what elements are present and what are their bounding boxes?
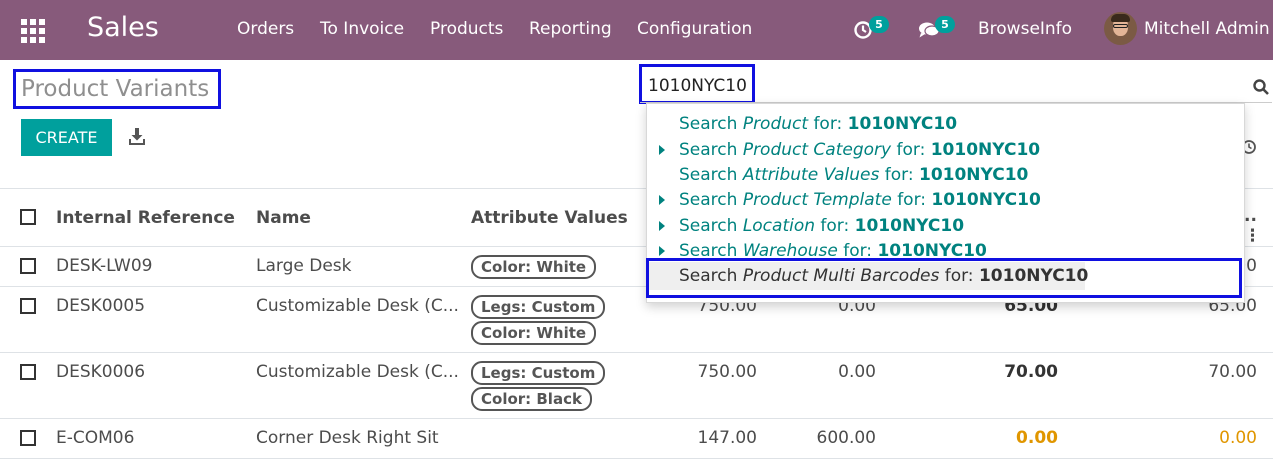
message-badge: 5 [935,16,955,33]
activity-badge: 5 [869,16,889,33]
row-checkbox[interactable] [20,364,36,380]
cell-cost: 0.00 [838,362,876,382]
menu-products[interactable]: Products [430,19,503,39]
cell-forecast: 70.00 [1208,362,1257,382]
download-icon[interactable] [128,127,146,147]
highlight-box-multi-barcodes [646,258,1242,298]
header-internal-reference[interactable]: Internal Reference [56,208,235,228]
optional-columns-label: .. [1244,206,1257,226]
dropdown-item-product[interactable]: Search Product for: 1010NYC10 [679,114,957,134]
attribute-tag: Color: Black [471,387,592,411]
expand-caret-icon[interactable] [659,145,665,155]
company-switcher[interactable]: BrowseInfo [978,19,1072,39]
dropdown-item-product-template[interactable]: Search Product Template for: 1010NYC10 [679,190,1041,210]
attribute-tag: Legs: Custom [471,361,606,385]
row-divider [0,352,1273,353]
apps-grid-icon[interactable] [21,19,45,43]
menu-to-invoice[interactable]: To Invoice [320,19,404,39]
attribute-tag: Color: White [471,255,597,279]
row-checkbox[interactable] [20,258,36,274]
highlight-box-title [13,69,221,109]
row-checkbox[interactable] [20,430,36,446]
row-divider [0,418,1273,419]
expand-caret-icon[interactable] [659,221,665,231]
row-divider [0,458,1273,459]
attribute-tag: Color: White [471,321,597,345]
menu-orders[interactable]: Orders [237,19,294,39]
cell-internal-reference: DESK0006 [56,362,146,382]
cell-internal-reference: E-COM06 [56,428,135,448]
expand-caret-icon[interactable] [659,195,665,205]
menu-reporting[interactable]: Reporting [529,19,612,39]
row-checkbox[interactable] [20,298,36,314]
cell-qty-on-hand: 0.00 [1016,428,1058,448]
cell-name: Corner Desk Right Sit [256,428,439,448]
dropdown-item-location[interactable]: Search Location for: 1010NYC10 [679,216,964,236]
create-button[interactable]: CREATE [21,119,112,156]
cell-forecast: 0.00 [1219,428,1257,448]
highlight-box-search [639,64,755,104]
cell-name: Customizable Desk (C... [256,296,459,316]
app-name[interactable]: Sales [87,12,159,43]
header-attribute-values[interactable]: Attribute Values [471,208,628,228]
cell-name: Large Desk [256,256,352,276]
avatar[interactable] [1104,12,1137,45]
top-navbar: Sales Orders To Invoice Products Reporti… [0,0,1273,60]
dropdown-item-product-category[interactable]: Search Product Category for: 1010NYC10 [679,140,1040,160]
cell-qty-on-hand: 70.00 [1004,362,1058,382]
cell-sales-price: 147.00 [697,428,757,448]
cell-internal-reference: DESK0005 [56,296,146,316]
expand-caret-icon[interactable] [659,246,665,256]
attribute-tag: Legs: Custom [471,295,606,319]
search-icon[interactable] [1252,78,1270,96]
cell-name: Customizable Desk (C... [256,362,459,382]
cell-sales-price: 750.00 [697,362,757,382]
user-menu[interactable]: Mitchell Admin [1144,19,1270,39]
select-all-checkbox[interactable] [20,209,36,225]
header-name[interactable]: Name [256,208,311,228]
cell-cost: 600.00 [816,428,876,448]
menu-configuration[interactable]: Configuration [637,19,752,39]
optional-columns-toggle[interactable]: .. ⋮ [1244,206,1273,246]
dropdown-item-attribute-values[interactable]: Search Attribute Values for: 1010NYC10 [679,165,1028,185]
cell-internal-reference: DESK-LW09 [56,256,153,276]
